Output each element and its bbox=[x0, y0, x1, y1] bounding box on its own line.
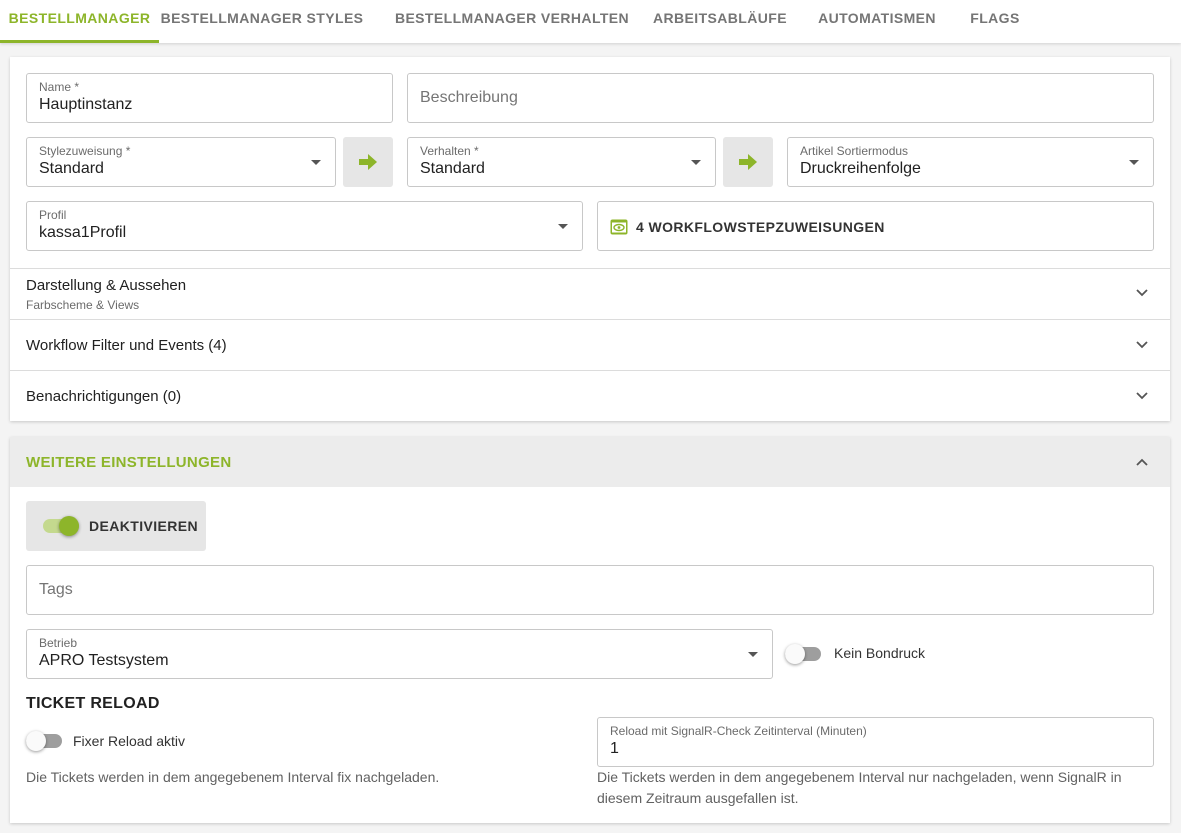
signalr-interval-value: 1 bbox=[610, 740, 619, 757]
tab-bestellmanager-styles[interactable]: BESTELLMANAGER STYLES bbox=[159, 0, 365, 43]
workflowstep-label: 4 WORKFLOWSTEPZUWEISUNGEN bbox=[636, 219, 885, 235]
main-card: Name * Hauptinstanz Beschreibung Stylezu… bbox=[10, 57, 1170, 421]
chevron-down-icon bbox=[1136, 392, 1148, 400]
panel-darstellung-subtitle: Farbscheme & Views bbox=[26, 298, 140, 312]
workflowstep-button[interactable]: 4 WORKFLOWSTEPZUWEISUNGEN bbox=[597, 201, 1154, 251]
betrieb-label: Betrieb bbox=[39, 636, 78, 650]
style-goto-button[interactable] bbox=[343, 137, 393, 187]
tab-bestellmanager-verhalten[interactable]: BESTELLMANAGER VERHALTEN bbox=[385, 0, 639, 43]
sortiermodus-value: Druckreihenfolge bbox=[800, 160, 921, 177]
chevron-down-icon bbox=[1136, 289, 1148, 297]
arrow-right-icon bbox=[359, 154, 377, 170]
tags-placeholder: Tags bbox=[39, 581, 73, 598]
kein-bondruck-label: Kein Bondruck bbox=[834, 645, 926, 661]
panel-workflow-title: Workflow Filter und Events (4) bbox=[26, 337, 227, 354]
dropdown-caret-icon bbox=[691, 160, 701, 165]
panel-workflow[interactable]: Workflow Filter und Events (4) bbox=[10, 319, 1170, 370]
signalr-hint-line2: diesem Zeitraum ausgefallen ist. bbox=[597, 790, 799, 806]
deaktivieren-button[interactable]: DEAKTIVIEREN bbox=[26, 501, 206, 551]
tab-bestellmanager[interactable]: BESTELLMANAGER bbox=[0, 0, 159, 43]
dropdown-caret-icon bbox=[1129, 160, 1139, 165]
dropdown-caret-icon bbox=[311, 160, 321, 165]
kein-bondruck-switch[interactable] bbox=[785, 644, 821, 664]
arrow-right-icon bbox=[739, 154, 757, 170]
weitere-header[interactable]: WEITERE EINSTELLUNGEN bbox=[10, 437, 1170, 487]
chevron-down-icon bbox=[1136, 341, 1148, 349]
tab-arbeitsablaeufe[interactable]: ARBEITSABLÄUFE bbox=[645, 0, 795, 43]
profil-value: kassa1Profil bbox=[39, 224, 127, 241]
beschreibung-placeholder: Beschreibung bbox=[420, 89, 518, 106]
deaktivieren-label: DEAKTIVIEREN bbox=[89, 518, 199, 534]
style-value: Standard bbox=[39, 160, 104, 177]
profil-label: Profil bbox=[39, 208, 67, 222]
panel-benachrichtigungen-title: Benachrichtigungen (0) bbox=[26, 388, 182, 405]
tab-flags[interactable]: FLAGS bbox=[960, 0, 1030, 43]
weitere-title: WEITERE EINSTELLUNGEN bbox=[26, 454, 232, 471]
signalr-interval-label: Reload mit SignalR-Check Zeitinterval (M… bbox=[610, 724, 867, 738]
name-field[interactable]: Name * Hauptinstanz bbox=[26, 73, 393, 123]
weitere-card: WEITERE EINSTELLUNGEN DEAKTIVIEREN Tags … bbox=[10, 437, 1170, 823]
name-label: Name * bbox=[39, 80, 80, 94]
dropdown-caret-icon bbox=[748, 652, 758, 657]
panel-darstellung[interactable]: Darstellung & Aussehen Farbscheme & View… bbox=[10, 268, 1170, 319]
tab-automatismen[interactable]: AUTOMATISMEN bbox=[805, 0, 949, 43]
profil-select[interactable]: Profil kassa1Profil bbox=[26, 201, 583, 251]
fixer-reload-label: Fixer Reload aktiv bbox=[73, 733, 186, 749]
tab-bar: BESTELLMANAGER BESTELLMANAGER STYLES BES… bbox=[0, 0, 1181, 43]
sortiermodus-select[interactable]: Artikel Sortiermodus Druckreihenfolge bbox=[787, 137, 1154, 187]
name-value: Hauptinstanz bbox=[39, 96, 133, 113]
style-select[interactable]: Stylezuweisung * Standard bbox=[26, 137, 336, 187]
sortiermodus-label: Artikel Sortiermodus bbox=[800, 144, 909, 158]
fixer-reload-hint: Die Tickets werden in dem angegebenem In… bbox=[26, 769, 440, 785]
dropdown-caret-icon bbox=[558, 224, 568, 229]
panel-darstellung-title: Darstellung & Aussehen bbox=[26, 277, 187, 294]
betrieb-select[interactable]: Betrieb APRO Testsystem bbox=[26, 629, 773, 679]
signalr-interval-field[interactable]: Reload mit SignalR-Check Zeitinterval (M… bbox=[597, 717, 1154, 767]
verhalten-select[interactable]: Verhalten * Standard bbox=[407, 137, 716, 187]
eye-icon bbox=[610, 219, 628, 235]
ticket-reload-title: TICKET RELOAD bbox=[26, 695, 160, 712]
betrieb-value: APRO Testsystem bbox=[39, 652, 169, 669]
tags-field[interactable]: Tags bbox=[26, 565, 1154, 615]
verhalten-value: Standard bbox=[420, 160, 485, 177]
verhalten-goto-button[interactable] bbox=[723, 137, 773, 187]
fixer-reload-switch[interactable] bbox=[26, 731, 62, 751]
panel-benachrichtigungen[interactable]: Benachrichtigungen (0) bbox=[10, 370, 1170, 421]
beschreibung-field[interactable]: Beschreibung bbox=[407, 73, 1154, 123]
signalr-hint-line1: Die Tickets werden in dem angegebenem In… bbox=[597, 769, 1122, 785]
chevron-up-icon bbox=[1136, 458, 1148, 466]
style-label: Stylezuweisung * bbox=[39, 144, 131, 158]
verhalten-label: Verhalten * bbox=[420, 144, 479, 158]
deaktivieren-switch[interactable] bbox=[43, 516, 79, 536]
